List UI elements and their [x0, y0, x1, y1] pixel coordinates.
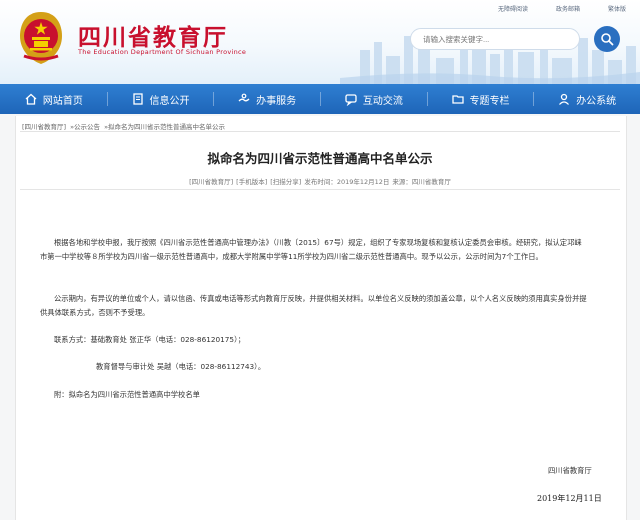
- meta-share-link[interactable]: [扫描分享]: [270, 176, 301, 186]
- breadcrumb-announcements[interactable]: »公示公告: [70, 121, 100, 131]
- nav-item-special[interactable]: 专题专栏: [426, 84, 534, 114]
- nav-item-info[interactable]: 信息公开: [106, 84, 214, 114]
- signature-date: 2019年12月11日: [537, 494, 602, 503]
- breadcrumb-current: »拟命名为四川省示范性普通高中名单公示: [104, 123, 226, 131]
- attachment-line: 附：拟命名为四川省示范性普通高中学校名单: [54, 390, 200, 399]
- service-icon: [238, 93, 250, 102]
- home-icon: [25, 93, 37, 105]
- article-paragraph-1: 根据各地和学校申报，我厅按照《四川省示范性普通高中管理办法》（川教〔2015〕6…: [40, 238, 582, 261]
- top-link-mailbox[interactable]: 政务邮箱: [556, 4, 580, 13]
- article-paragraph-2: 公示期内，有异议的单位或个人，请以信函、传真或电话等形式向教育厅反映，并提供相关…: [40, 294, 587, 317]
- meta-origin: 来源：四川省教育厅: [392, 178, 451, 186]
- top-link-accessibility[interactable]: 无障碍阅读: [498, 4, 528, 13]
- breadcrumb: [四川省教育厅] »公示公告 »拟命名为四川省示范性普通高中名单公示: [22, 121, 225, 131]
- search-button[interactable]: [594, 26, 620, 52]
- meta-divider: [20, 189, 620, 190]
- nav-item-office[interactable]: 办公系统: [533, 84, 640, 114]
- breadcrumb-divider: [20, 131, 620, 132]
- top-links: 无障碍阅读 政务邮箱 繁体版: [498, 4, 626, 13]
- meta-mobile-link[interactable]: [手机版本]: [236, 176, 267, 186]
- top-link-traditional[interactable]: 繁体版: [608, 4, 626, 13]
- site-header: 无障碍阅读 政务邮箱 繁体版 四川省教育厅 The Education Depa…: [0, 0, 640, 84]
- meta-publish-time: 发布时间：2019年12月12日: [304, 178, 390, 186]
- site-title: 四川省教育厅: [78, 24, 228, 51]
- nav-item-home[interactable]: 网站首页: [0, 84, 107, 114]
- nav-item-service[interactable]: 办事服务: [213, 84, 320, 114]
- meta-source-link[interactable]: [四川省教育厅]: [189, 176, 233, 186]
- national-emblem-logo[interactable]: [16, 10, 66, 66]
- search-input[interactable]: [410, 28, 580, 50]
- article-meta: [四川省教育厅] [手机版本] [扫描分享] 发布时间：2019年12月12日 …: [0, 176, 640, 186]
- main-nav: 网站首页 信息公开 办事服务 互动交流 专题专栏 办公系统: [0, 84, 640, 114]
- nav-label-interaction: 互动交流: [362, 95, 403, 107]
- chat-icon: [345, 94, 357, 106]
- nav-label-service: 办事服务: [256, 95, 297, 107]
- signature-organization: 四川省教育厅: [548, 466, 592, 475]
- document-icon: [132, 93, 143, 105]
- user-icon: [559, 93, 570, 105]
- nav-label-office: 办公系统: [576, 95, 617, 107]
- article-title: 拟命名为四川省示范性普通高中名单公示: [207, 151, 433, 166]
- contact-line-1: 联系方式：基础教育处 张正华（电话：028-86120175）；: [54, 335, 246, 344]
- nav-label-info: 信息公开: [149, 95, 190, 107]
- nav-label-special: 专题专栏: [469, 95, 510, 107]
- search-icon: [601, 33, 614, 46]
- contact-line-2: 教育督导与审计处 吴越（电话：028-86112743）。: [96, 362, 266, 371]
- breadcrumb-home[interactable]: [四川省教育厅]: [22, 121, 66, 131]
- nav-label-home: 网站首页: [42, 95, 83, 107]
- nav-item-interaction[interactable]: 互动交流: [320, 84, 427, 114]
- folder-icon: [451, 95, 464, 104]
- site-subtitle: The Education Department Of Sichuan Prov…: [78, 48, 247, 56]
